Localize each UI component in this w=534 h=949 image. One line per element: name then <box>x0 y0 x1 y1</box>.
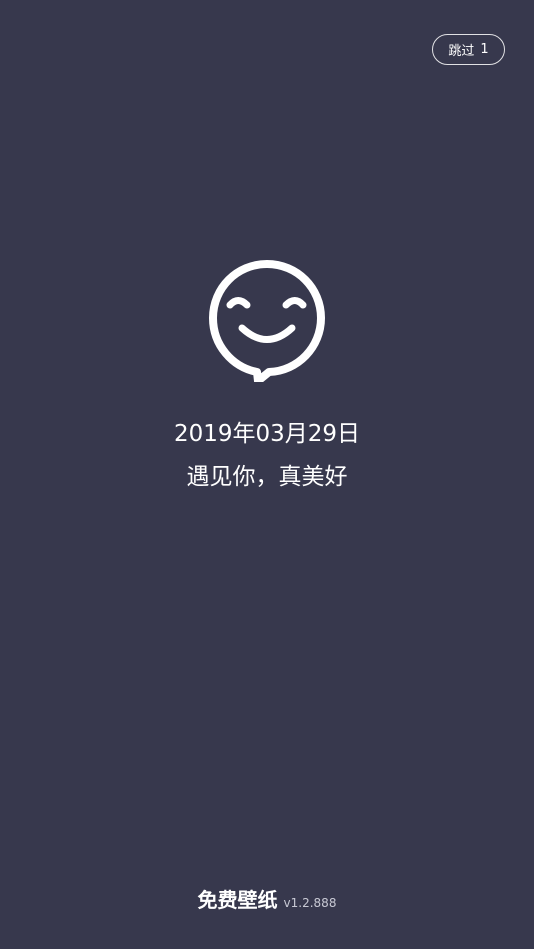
splash-screen: 跳过 1 2019年03月29日 遇见你，真美好 免费壁纸 v1.2.888 <box>0 0 534 949</box>
app-name: 免费壁纸 <box>197 888 278 912</box>
skip-button[interactable]: 跳过 1 <box>432 34 505 65</box>
skip-countdown: 1 <box>480 42 489 57</box>
smiley-chat-bubble-icon <box>209 260 325 382</box>
slogan-text: 遇见你，真美好 <box>186 464 348 490</box>
footer: 免费壁纸 v1.2.888 <box>0 884 534 913</box>
skip-label: 跳过 <box>448 44 475 59</box>
app-version: v1.2.888 <box>283 896 337 910</box>
date-text: 2019年03月29日 <box>173 421 361 447</box>
